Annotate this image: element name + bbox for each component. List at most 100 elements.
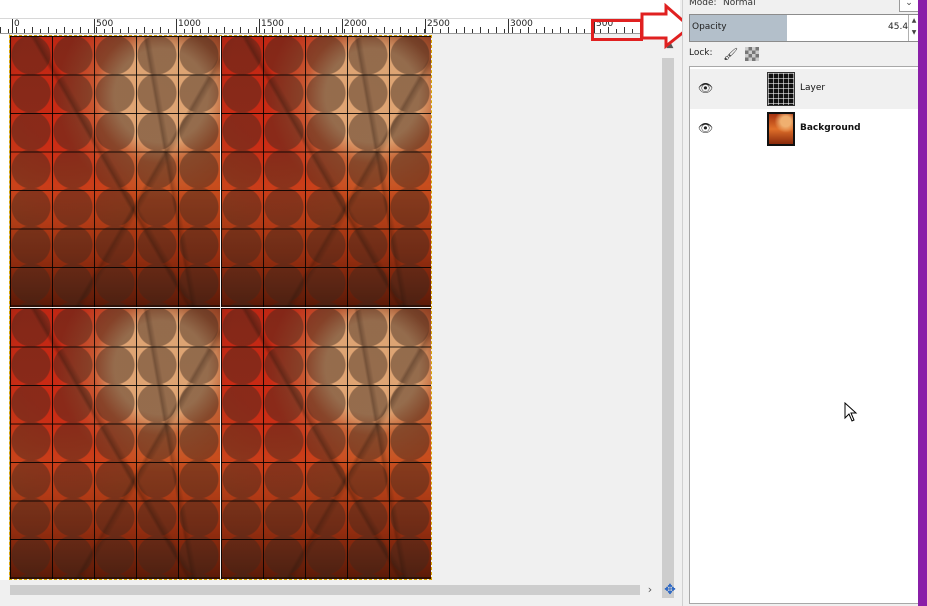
- ruler-label: 3000: [510, 19, 533, 29]
- image-canvas[interactable]: [9, 35, 432, 580]
- opacity-slider[interactable]: Opacity 45.4 ▲ ▼: [689, 14, 919, 42]
- ruler-tick: [120, 29, 121, 33]
- horizontal-scroll-thumb[interactable]: [10, 585, 640, 595]
- ruler-tick: [104, 29, 105, 33]
- ruler-tick: [464, 27, 465, 33]
- ruler-tick: [160, 27, 161, 33]
- ruler-label: 500: [96, 19, 114, 29]
- lock-pixels-brush-icon[interactable]: 🖌: [723, 46, 738, 62]
- ruler-tick: [520, 29, 521, 33]
- ruler-tick: [8, 29, 9, 33]
- ruler-tick: [256, 27, 257, 33]
- layer-row-background[interactable]: 👁 Background: [690, 109, 918, 149]
- canvas-area: 0 500 1000 1500 2000 2500 3000 500 ⚲ ▲ › ✥: [0, 0, 680, 606]
- ruler-label: 1500: [261, 19, 284, 29]
- chevron-down-icon[interactable]: ⌄: [899, 0, 919, 12]
- mouse-cursor-icon: [844, 402, 858, 422]
- ruler-tick: [576, 27, 577, 33]
- ruler-tick: [216, 29, 217, 33]
- mode-select[interactable]: Normal: [723, 0, 756, 8]
- layer-name: Layer: [800, 83, 826, 93]
- ruler-tick: [488, 29, 489, 33]
- mode-label: Mode:: [689, 0, 717, 8]
- ruler-tick: [168, 29, 169, 33]
- ruler-tick: [232, 29, 233, 33]
- eye-icon[interactable]: 👁: [698, 82, 714, 94]
- ruler-tick: [368, 27, 369, 33]
- ruler-tick: [0, 27, 1, 33]
- vertical-scrollbar[interactable]: ▲: [660, 34, 680, 598]
- ruler-tick: [456, 29, 457, 33]
- ruler-tick: [280, 29, 281, 33]
- ruler-tick: [560, 27, 561, 33]
- ruler-tick: [312, 29, 313, 33]
- ruler-tick: [360, 29, 361, 33]
- ruler-tick: [88, 29, 89, 33]
- horizontal-scrollbar[interactable]: ›: [0, 582, 660, 598]
- opacity-value[interactable]: 45.4: [888, 22, 908, 32]
- ruler-tick: [48, 27, 49, 33]
- ruler-tick: [400, 27, 401, 33]
- vertical-ruler[interactable]: [0, 34, 10, 580]
- ruler-tick: [24, 29, 25, 33]
- ruler-tick: [504, 29, 505, 33]
- ruler-tick: [376, 29, 377, 33]
- ruler-tick: [656, 27, 657, 33]
- ruler-tick: [472, 29, 473, 33]
- zoom-lock-icon[interactable]: ⚲: [660, 19, 680, 34]
- lock-alpha-checker-icon[interactable]: [745, 47, 759, 61]
- ruler-tick: [552, 29, 553, 33]
- ruler-tick: [128, 27, 129, 33]
- ruler-tick: [72, 29, 73, 33]
- eye-icon[interactable]: 👁: [698, 122, 714, 134]
- layer-thumbnail: [767, 112, 795, 146]
- ruler-tick: [184, 29, 185, 33]
- lock-label: Lock:: [689, 48, 713, 58]
- ruler-tick: [296, 29, 297, 33]
- ruler-tick: [208, 27, 209, 33]
- vertical-scroll-thumb[interactable]: [662, 58, 674, 598]
- ruler-tick: [320, 27, 321, 33]
- ruler-tick: [64, 27, 65, 33]
- ruler-tick: [544, 27, 545, 33]
- ruler-tick: [264, 29, 265, 33]
- toolbar-strip: [0, 0, 680, 19]
- layer-row-layer[interactable]: 👁 Layer: [690, 69, 918, 109]
- ruler-tick: [144, 27, 145, 33]
- ruler-tick: [496, 27, 497, 33]
- ruler-label: 2000: [344, 19, 367, 29]
- layer-name: Background: [800, 123, 861, 133]
- scroll-up-icon[interactable]: ▲: [664, 40, 676, 50]
- horizontal-ruler[interactable]: 0 500 1000 1500 2000 2500 3000 500: [0, 19, 660, 34]
- ruler-tick: [152, 29, 153, 33]
- ruler-label: 1000: [178, 19, 201, 29]
- ruler-label: 0: [14, 19, 20, 29]
- ruler-tick: [336, 27, 337, 33]
- image-tile: [10, 36, 220, 307]
- mode-row: Mode: Normal ⌄: [683, 0, 919, 12]
- navigate-icon[interactable]: ✥: [660, 582, 680, 598]
- image-tile: [221, 308, 431, 579]
- layer-list: 👁 Layer 👁 Background: [689, 66, 919, 604]
- ruler-label: 2500: [427, 19, 450, 29]
- annotation-highlight-box: [591, 19, 643, 41]
- ruler-tick: [584, 29, 585, 33]
- layers-panel: Mode: Normal ⌄ Opacity 45.4 ▲ ▼ Lock: 🖌 👁…: [682, 0, 919, 606]
- ruler-tick: [56, 29, 57, 33]
- ruler-tick: [384, 27, 385, 33]
- ruler-tick: [224, 27, 225, 33]
- ruler-tick: [32, 27, 33, 33]
- ruler-tick: [480, 27, 481, 33]
- ruler-tick: [288, 27, 289, 33]
- ruler-tick: [40, 29, 41, 33]
- ruler-tick: [136, 29, 137, 33]
- ruler-tick: [536, 29, 537, 33]
- ruler-tick: [568, 29, 569, 33]
- ruler-tick: [344, 29, 345, 33]
- ruler-tick: [80, 27, 81, 33]
- ruler-tick: [304, 27, 305, 33]
- ruler-tick: [648, 29, 649, 33]
- scroll-right-icon[interactable]: ›: [644, 583, 656, 597]
- ruler-tick: [200, 29, 201, 33]
- ruler-tick: [408, 29, 409, 33]
